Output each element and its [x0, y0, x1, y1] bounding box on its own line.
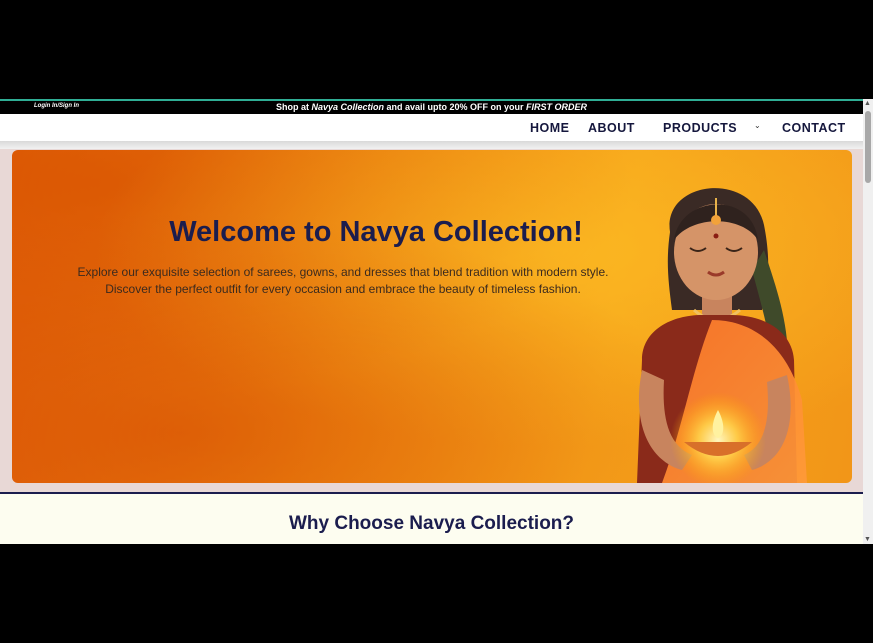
hero-banner: Welcome to Navya Collection! Explore our… [12, 150, 852, 483]
promo-offer: FIRST ORDER [526, 102, 588, 112]
promo-bar: Login In/Sign In Shop at Navya Collectio… [0, 99, 863, 114]
hero-description-line-2: Discover the perfect outfit for every oc… [105, 282, 581, 296]
scroll-up-arrow-icon[interactable]: ▲ [864, 100, 871, 107]
nav-products[interactable]: PRODUCTS [663, 121, 737, 135]
hero-section: Welcome to Navya Collection! Explore our… [0, 149, 863, 492]
chevron-down-icon[interactable]: ⌄ [754, 121, 761, 130]
nav-contact[interactable]: CONTACT [782, 121, 846, 135]
why-choose-title: Why Choose Navya Collection? [288, 513, 575, 534]
why-choose-section: Why Choose Navya Collection? [0, 494, 863, 544]
nav-about[interactable]: ABOUT [588, 121, 635, 135]
navbar: HOME ABOUT PRODUCTS ⌄ CONTACT [0, 114, 863, 141]
scrollbar-thumb[interactable] [865, 111, 871, 183]
woman-with-diya-illustration [637, 188, 807, 483]
navbar-shadow [0, 141, 863, 149]
promo-text-prefix: Shop at [275, 102, 312, 112]
scroll-down-arrow-icon[interactable]: ▼ [864, 536, 871, 543]
promo-text-middle: and avail upto 20% OFF on your [383, 102, 527, 112]
hero-description-line-1: Explore our exquisite selection of saree… [77, 265, 609, 279]
page-scrollbar[interactable]: ▲ ▼ [863, 99, 873, 544]
nav-home[interactable]: HOME [530, 121, 570, 135]
browser-viewport: Login In/Sign In Shop at Navya Collectio… [0, 99, 873, 544]
promo-text: Shop at Navya Collection and avail upto … [0, 102, 863, 112]
hero-description: Explore our exquisite selection of saree… [12, 264, 674, 298]
promo-brand: Navya Collection [311, 102, 384, 112]
